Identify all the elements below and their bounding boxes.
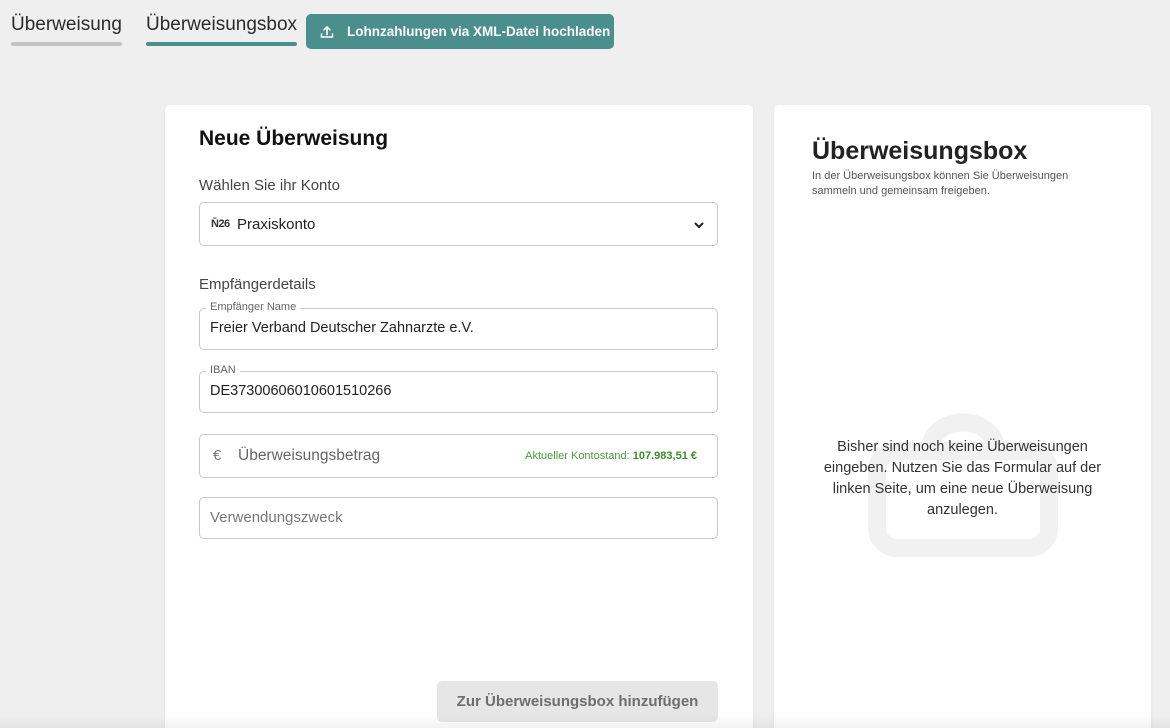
chevron-down-icon bbox=[693, 218, 705, 236]
balance-value: 107.983,51 € bbox=[632, 450, 697, 462]
form-title: Neue Überweisung bbox=[199, 127, 389, 150]
box-subtitle: In der Überweisungsbox können Sie Überwe… bbox=[812, 170, 1069, 197]
bottom-shadow bbox=[0, 714, 1170, 728]
recipient-name-field[interactable]: Empfänger Name Freier Verband Deutscher … bbox=[199, 301, 718, 350]
upload-icon bbox=[320, 25, 334, 39]
tab-label: Überweisung bbox=[11, 14, 122, 35]
iban-field[interactable]: IBAN DE37300606010601510266 bbox=[199, 364, 718, 413]
empty-state-text: Bisher sind noch keine Überweisungen ein… bbox=[823, 439, 1102, 518]
purpose-field[interactable]: Verwendungszweck bbox=[199, 497, 718, 539]
account-selected-value: Praxiskonto bbox=[237, 215, 316, 233]
recipient-name-label: Empfänger Name bbox=[206, 301, 301, 313]
recipient-section-label: Empfängerdetails bbox=[199, 276, 316, 293]
account-select[interactable]: N̄26 Praxiskonto bbox=[199, 202, 718, 246]
purpose-placeholder: Verwendungszweck bbox=[210, 509, 343, 526]
box-title: Überweisungsbox bbox=[812, 137, 1028, 165]
n26-logo-icon: N̄26 bbox=[211, 218, 230, 230]
tab-ueberweisung[interactable]: Überweisung bbox=[11, 14, 122, 46]
top-navigation: Überweisung Überweisungsbox Lohnzahlunge… bbox=[0, 0, 1170, 60]
iban-label: IBAN bbox=[206, 364, 240, 376]
iban-value: DE37300606010601510266 bbox=[210, 383, 392, 399]
tab-indicator-active bbox=[146, 42, 298, 46]
tab-indicator bbox=[11, 42, 122, 46]
recipient-name-value: Freier Verband Deutscher Zahnarzte e.V. bbox=[210, 320, 474, 336]
transfer-box-card: Überweisungsbox In der Überweisungsbox k… bbox=[774, 105, 1151, 728]
upload-button-label: Lohnzahlungen via XML-Datei hochladen bbox=[347, 24, 611, 39]
amount-field[interactable]: € Überweisungsbetrag Aktueller Kontostan… bbox=[199, 434, 718, 478]
new-transfer-card: Neue Überweisung Wählen Sie ihr Konto N̄… bbox=[165, 105, 753, 728]
tab-label: Überweisungsbox bbox=[146, 14, 298, 35]
euro-icon: € bbox=[213, 447, 222, 464]
balance-label: Aktueller Kontostand: bbox=[525, 450, 630, 462]
current-balance: Aktueller Kontostand: 107.983,51 € bbox=[525, 450, 697, 462]
upload-xml-button[interactable]: Lohnzahlungen via XML-Datei hochladen bbox=[306, 14, 614, 49]
account-label: Wählen Sie ihr Konto bbox=[199, 177, 340, 194]
amount-placeholder: Überweisungsbetrag bbox=[238, 447, 381, 464]
tab-ueberweisungsbox[interactable]: Überweisungsbox bbox=[146, 14, 298, 46]
